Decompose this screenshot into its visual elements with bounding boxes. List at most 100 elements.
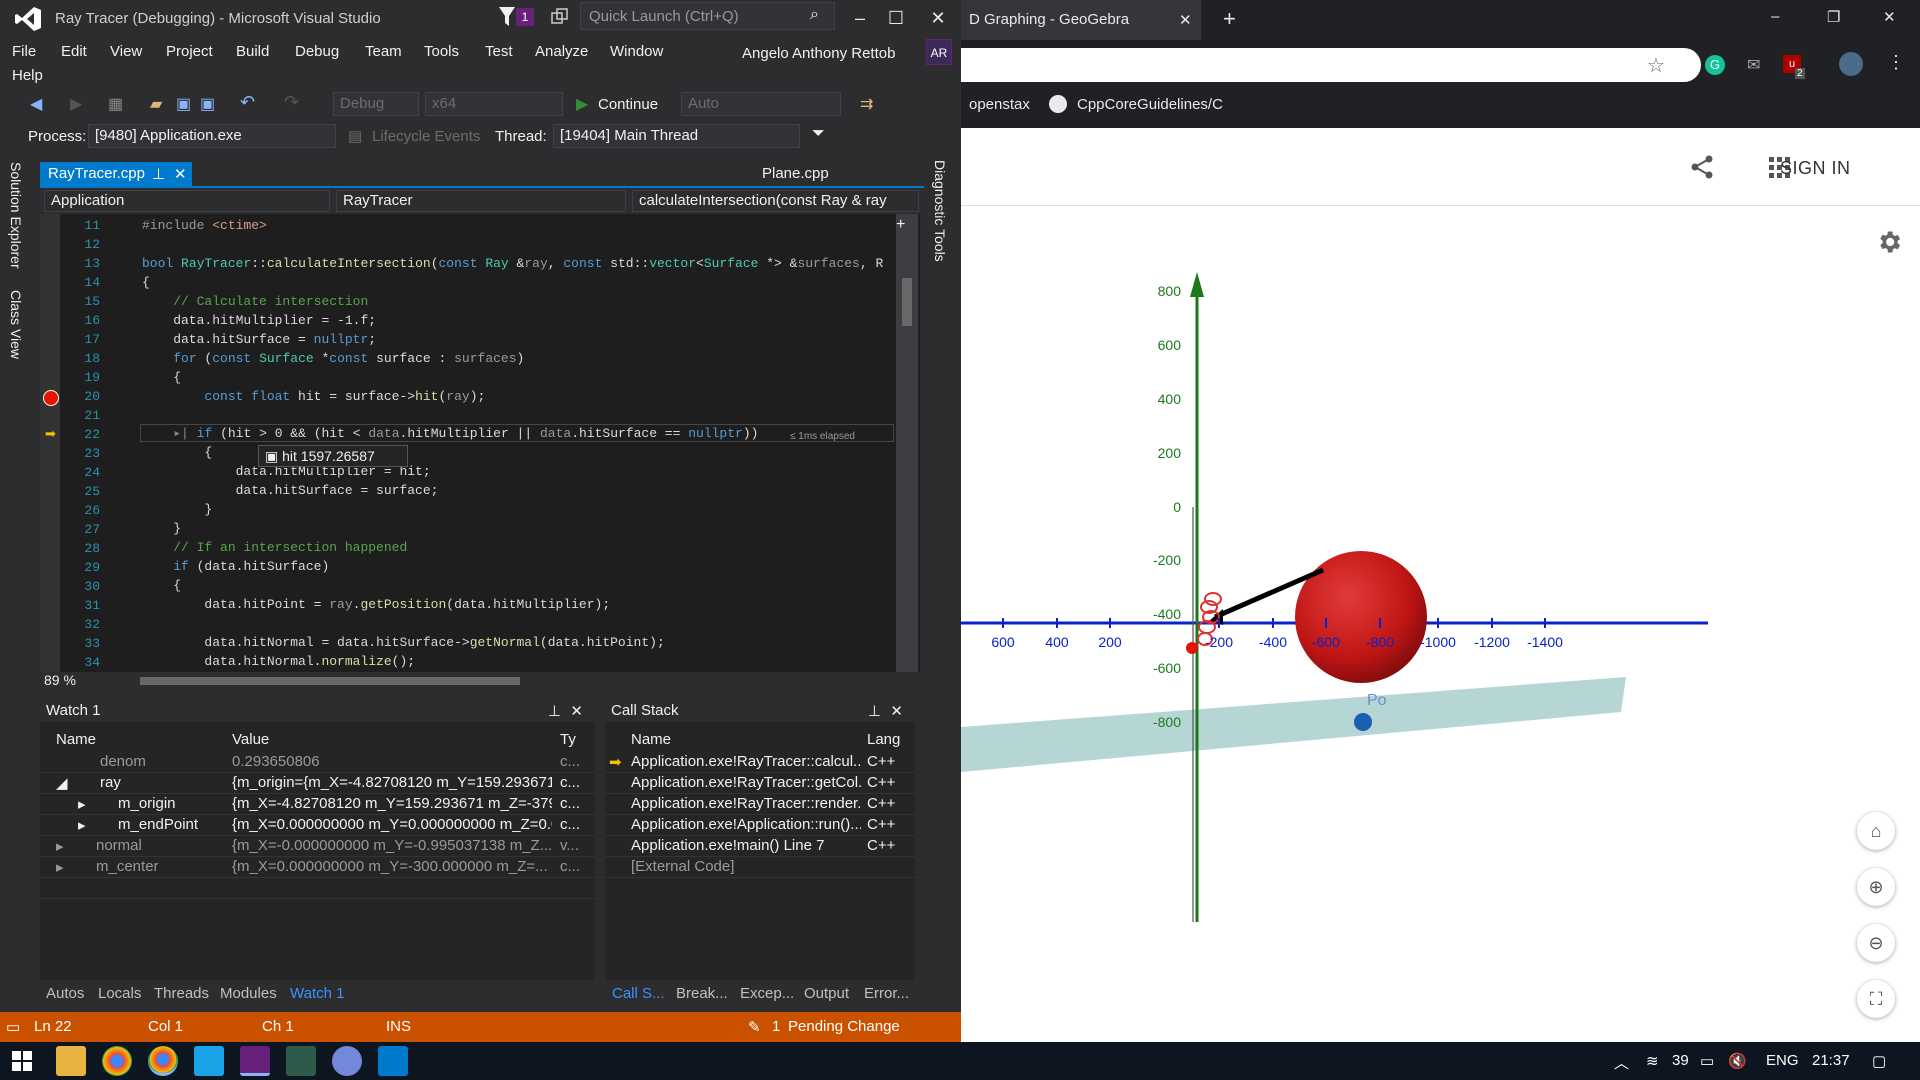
class-view-tab[interactable]: Class View <box>8 290 24 359</box>
menu-build[interactable]: Build <box>236 43 269 60</box>
member-nav-dropdown[interactable]: calculateIntersection(const Ray & ray <box>632 190 919 212</box>
auto-dropdown[interactable]: Auto <box>681 92 841 116</box>
pin-icon[interactable]: ⊥ <box>868 702 881 720</box>
close-icon[interactable]: ✕ <box>570 702 583 720</box>
chrome-menu-icon[interactable]: ⋮ <box>1887 52 1905 73</box>
expand-icon[interactable]: ▸ <box>56 837 64 855</box>
expand-icon[interactable]: ▸ <box>78 795 86 813</box>
pending-changes[interactable]: Pending Change <box>788 1018 900 1035</box>
thread-filter-icon[interactable]: ⏷ <box>812 125 825 143</box>
discord-icon[interactable] <box>332 1046 362 1076</box>
notification-badge[interactable]: 1 <box>516 8 534 26</box>
watch-col-name[interactable]: Name <box>56 731 96 748</box>
watch-row[interactable]: ▸ normal {m_X=-0.000000000 m_Y=-0.995037… <box>40 836 595 857</box>
menu-debug[interactable]: Debug <box>295 43 339 60</box>
menu-window[interactable]: Window <box>610 43 663 60</box>
menu-tools[interactable]: Tools <box>424 43 459 60</box>
search-icon[interactable]: ⌕ <box>810 6 819 24</box>
menu-analyze[interactable]: Analyze <box>535 43 588 60</box>
zoom-level[interactable]: 89 % <box>44 672 76 688</box>
expand-icon[interactable]: ▸ <box>56 858 64 876</box>
tab-plane-cpp[interactable]: Plane.cpp <box>754 162 904 186</box>
editor-hscroll-thumb[interactable] <box>140 677 520 685</box>
close-icon[interactable]: ✕ <box>890 702 903 720</box>
menu-team[interactable]: Team <box>365 43 402 60</box>
tab-locals[interactable]: Locals <box>98 985 141 1002</box>
menu-help[interactable]: Help <box>12 67 43 84</box>
menu-project[interactable]: Project <box>166 43 213 60</box>
clock[interactable]: 21:37 <box>1812 1052 1850 1069</box>
home-button[interactable]: ⌂ <box>1857 812 1895 850</box>
bookmark-cppcoreguidelines[interactable]: CppCoreGuidelines/C <box>1077 96 1223 113</box>
watch-row[interactable]: ▸ m_origin {m_X=-4.82708120 m_Y=159.2936… <box>40 794 595 815</box>
solution-config-dropdown[interactable]: Debug <box>333 92 419 116</box>
watch-row[interactable]: ◢ ray {m_origin={m_X=-4.82708120 m_Y=159… <box>40 773 595 794</box>
close-button[interactable]: ✕ <box>918 4 958 32</box>
watch-row[interactable]: denom 0.293650806 c... <box>40 752 595 773</box>
pending-count[interactable]: 1 <box>772 1018 780 1035</box>
language-indicator[interactable]: ENG <box>1766 1052 1799 1069</box>
solution-explorer-tab[interactable]: Solution Explorer <box>8 162 24 269</box>
minimize-icon[interactable]: – <box>1771 8 1779 25</box>
open-folder-icon[interactable]: ▰ <box>150 94 162 114</box>
grammarly-icon[interactable]: G <box>1705 55 1725 75</box>
settings-gear-icon[interactable] <box>1875 228 1903 256</box>
tab-call-stack[interactable]: Call S... <box>612 985 665 1002</box>
forward-icon[interactable]: ▶ <box>70 94 82 114</box>
watch-new-row[interactable] <box>40 878 595 899</box>
watch-col-type[interactable]: Ty <box>560 731 576 748</box>
redo-icon[interactable]: ↷ <box>284 92 299 113</box>
tab-raytracer-cpp[interactable]: RayTracer.cpp ⊥ ✕ <box>40 162 192 186</box>
callstack-row[interactable]: Application.exe!Application::run()... C+… <box>605 815 915 836</box>
class-nav-dropdown[interactable]: RayTracer <box>336 190 626 212</box>
network-icon[interactable]: ≋ <box>1646 1052 1659 1070</box>
new-tab-icon[interactable]: + <box>1223 6 1236 32</box>
tab-output[interactable]: Output <box>804 985 849 1002</box>
process-dropdown[interactable]: [9480] Application.exe <box>88 124 336 148</box>
close-tab-icon[interactable]: ✕ <box>1179 11 1192 29</box>
volume-muted-icon[interactable]: 🔇 <box>1728 1052 1747 1070</box>
tray-chevron-icon[interactable]: ︿ <box>1614 1052 1629 1073</box>
address-bar[interactable] <box>961 48 1701 82</box>
callstack-row[interactable]: Application.exe!RayTracer::render... C++ <box>605 794 915 815</box>
back-icon[interactable]: ◀ <box>30 94 42 114</box>
user-name[interactable]: Angelo Anthony Rettob <box>742 45 895 62</box>
shield-app-icon[interactable] <box>194 1046 224 1076</box>
expand-icon[interactable]: ◢ <box>56 774 68 792</box>
platform-dropdown[interactable]: x64 <box>425 92 563 116</box>
close-tab-icon[interactable]: ✕ <box>174 165 187 183</box>
temperature[interactable]: 39 <box>1672 1052 1689 1069</box>
tab-breakpoints[interactable]: Break... <box>676 985 728 1002</box>
save-all-icon[interactable]: ▣ <box>200 94 215 114</box>
feedback-icon[interactable] <box>551 8 569 26</box>
pin-icon[interactable]: ⊥ <box>152 165 165 183</box>
continue-button[interactable]: Continue <box>598 96 658 113</box>
close-window-icon[interactable]: ✕ <box>1883 8 1896 26</box>
menu-test[interactable]: Test <box>485 43 513 60</box>
split-icon[interactable]: + <box>896 216 905 234</box>
editor-scroll-thumb[interactable] <box>902 278 912 326</box>
mail-icon[interactable]: ✉ <box>1747 55 1760 75</box>
project-nav-dropdown[interactable]: Application <box>44 190 330 212</box>
geogebra-3d-view[interactable]: 600 400 200 -200 -400 -600 -800 -1000 -1200 -1400… <box>961 207 1920 1042</box>
browser-link-icon[interactable]: ⇉ <box>860 94 873 114</box>
callstack-row[interactable]: ➡ Application.exe!RayTracer::calcul... C… <box>605 752 915 773</box>
restore-icon[interactable]: ❐ <box>1827 8 1840 26</box>
breakpoint-icon[interactable] <box>43 390 59 406</box>
bookmark-openstax[interactable]: openstax <box>969 96 1030 113</box>
windows-start-icon[interactable] <box>12 1051 32 1071</box>
tab-watch-1[interactable]: Watch 1 <box>290 985 344 1002</box>
save-icon[interactable]: ▣ <box>176 94 191 114</box>
undo-icon[interactable]: ↶ <box>240 92 255 113</box>
notifications-icon[interactable]: ▢ <box>1872 1052 1886 1070</box>
battery-icon[interactable]: ▭ <box>1700 1052 1714 1070</box>
tab-exceptions[interactable]: Excep... <box>740 985 794 1002</box>
datatip[interactable]: ▣ hit 1597.26587 <box>258 445 408 467</box>
share-icon[interactable] <box>1689 154 1715 180</box>
user-avatar[interactable]: AR <box>926 39 952 65</box>
chrome-icon[interactable] <box>102 1046 132 1076</box>
maximize-button[interactable]: ☐ <box>876 4 916 32</box>
file-explorer-icon[interactable] <box>56 1046 86 1076</box>
tab-threads[interactable]: Threads <box>154 985 209 1002</box>
pencil-icon[interactable]: ✎ <box>748 1018 761 1036</box>
